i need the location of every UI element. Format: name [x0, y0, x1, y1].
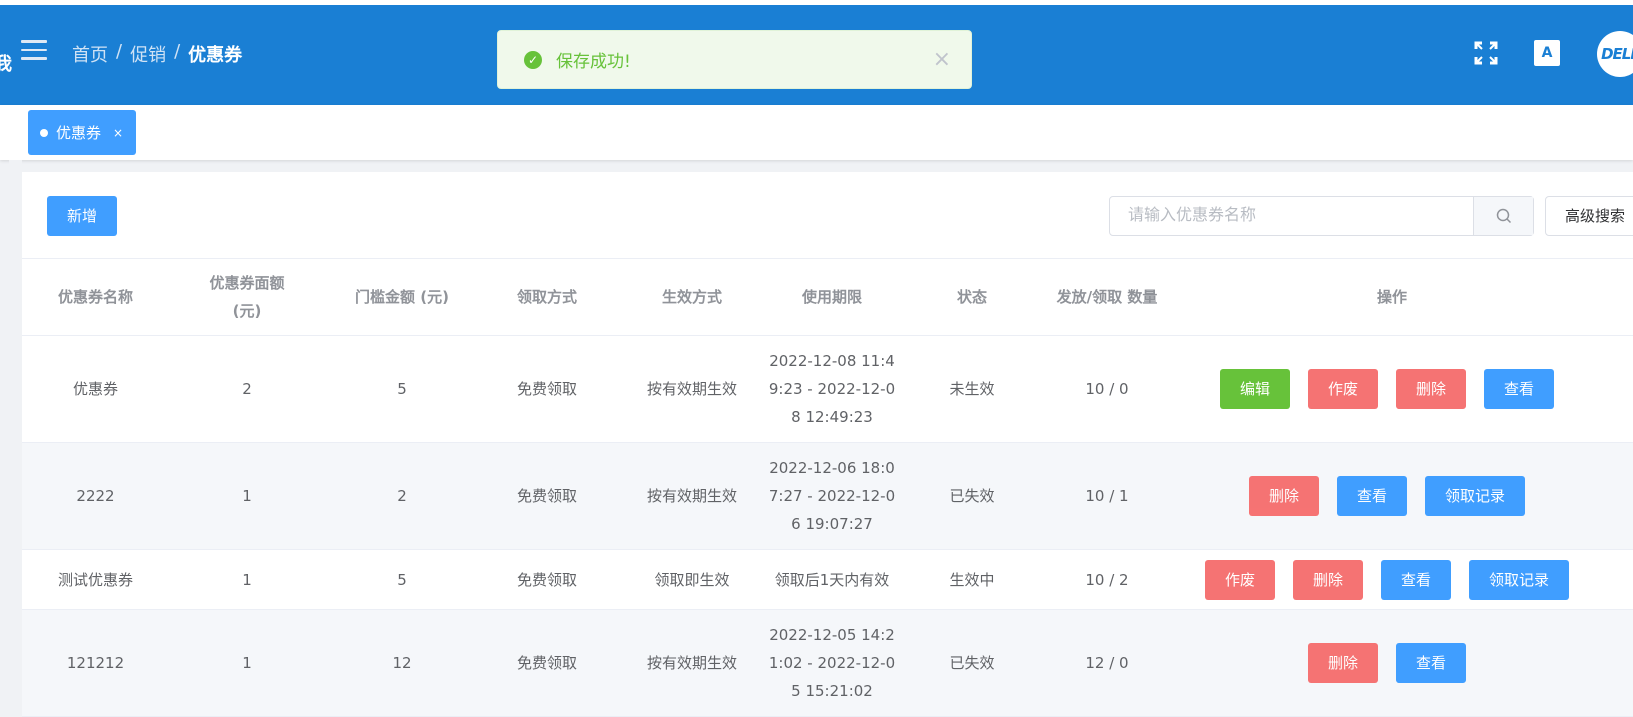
breadcrumb-home[interactable]: 首页 [72, 41, 108, 67]
cell-threshold: 5 [397, 570, 407, 589]
cell-threshold: 5 [397, 380, 407, 398]
avatar[interactable]: DELL [1597, 31, 1633, 77]
cell-period: 领取后1天内有效 [774, 570, 890, 589]
search-box [1109, 196, 1534, 236]
void-button[interactable]: 作废 [1205, 559, 1275, 600]
table-row: 121212 1 12 免费领取 按有效期生效 2022-12-05 14:21… [22, 610, 1633, 717]
content-left-gutter [9, 160, 22, 699]
breadcrumb-separator: / [174, 41, 181, 62]
cell-actions: 删除 查看 领取记录 [1182, 443, 1592, 549]
header-top-strip [0, 0, 1633, 5]
cell-face-value: 1 [242, 570, 252, 589]
active-dot-icon [40, 128, 48, 137]
cell-effect-method: 按有效期生效 [646, 654, 737, 672]
cell-name: 测试优惠券 [57, 570, 133, 589]
cell-threshold: 12 [392, 654, 412, 672]
col-header-period: 使用期限 [801, 288, 862, 306]
delete-button[interactable]: 删除 [1249, 476, 1319, 516]
cell-actions: 作废 删除 查看 领取记录 [1182, 550, 1592, 609]
edit-button[interactable]: 编辑 [1220, 369, 1290, 409]
tag-coupon[interactable]: 优惠券 × [28, 110, 136, 155]
menu-toggle-icon[interactable] [21, 40, 47, 60]
cell-quantity: 10 / 0 [1085, 380, 1129, 398]
table-row: 优惠券 2 5 免费领取 按有效期生效 2022-12-08 11:49:23 … [22, 336, 1633, 443]
cell-receive-method: 免费领取 [516, 570, 577, 589]
cell-name: 优惠券 [72, 380, 118, 398]
success-check-icon: ✓ [524, 50, 542, 69]
search-icon[interactable] [1473, 197, 1533, 235]
delete-button[interactable]: 删除 [1308, 643, 1378, 683]
tag-label: 优惠券 [56, 124, 102, 142]
breadcrumb-current: 优惠券 [188, 45, 243, 66]
col-header-face-value: 优惠券面额(元) [209, 274, 285, 320]
cell-actions: 删除 查看 [1182, 610, 1592, 716]
breadcrumb-separator: / [116, 41, 123, 62]
table-row: 测试优惠券 1 5 免费领取 领取即生效 领取后1天内有效 生效中 10 / 2… [22, 550, 1633, 610]
cell-status: 已失效 [949, 487, 995, 505]
receive-records-button[interactable]: 领取记录 [1425, 476, 1525, 516]
cell-face-value: 2 [242, 380, 252, 398]
search-input[interactable] [1110, 197, 1473, 235]
cell-face-value: 1 [242, 654, 252, 672]
sidebar-edge-char: 我 [0, 54, 12, 75]
cell-effect-method: 按有效期生效 [646, 487, 737, 505]
main-card: 新增 高级搜索 优惠券名称 优惠券面额(元) 门槛金额 (元) 领取方式 生效方… [22, 172, 1633, 717]
void-button[interactable]: 作废 [1308, 369, 1378, 409]
view-button[interactable]: 查看 [1484, 369, 1554, 409]
cell-status: 生效中 [949, 570, 995, 589]
cell-receive-method: 免费领取 [516, 380, 577, 398]
col-header-quantity: 发放/领取 数量 [1056, 288, 1158, 306]
table-header-row: 优惠券名称 优惠券面额(元) 门槛金额 (元) 领取方式 生效方式 使用期限 状… [22, 259, 1633, 336]
col-header-effect-method: 生效方式 [661, 288, 722, 306]
cell-quantity: 10 / 1 [1085, 487, 1129, 505]
breadcrumb: 首页 / 促销 / 优惠券 [72, 41, 242, 67]
view-button[interactable]: 查看 [1396, 643, 1466, 683]
cell-name: 2222 [76, 487, 115, 505]
tags-view-bar: 优惠券 × [0, 105, 1633, 160]
cell-receive-method: 免费领取 [516, 654, 577, 672]
tag-close-icon[interactable]: × [113, 126, 123, 140]
cell-effect-method: 领取即生效 [654, 570, 730, 589]
col-header-name: 优惠券名称 [57, 288, 133, 306]
fullscreen-icon[interactable] [1473, 40, 1499, 66]
cell-effect-method: 按有效期生效 [646, 380, 737, 398]
view-button[interactable]: 查看 [1381, 559, 1451, 600]
cell-face-value: 1 [242, 487, 252, 505]
cell-actions: 编辑 作废 删除 查看 [1182, 336, 1592, 442]
success-toast: ✓ 保存成功! × [497, 30, 972, 89]
toast-message: 保存成功! [556, 52, 631, 72]
cell-period: 2022-12-08 11:49:23 - 2022-12-08 12:49:2… [768, 352, 896, 426]
delete-button[interactable]: 删除 [1293, 559, 1363, 600]
language-icon[interactable]: A [1534, 40, 1560, 66]
view-button[interactable]: 查看 [1337, 476, 1407, 516]
cell-threshold: 2 [397, 487, 407, 505]
table-row: 2222 1 2 免费领取 按有效期生效 2022-12-06 18:07:27… [22, 443, 1633, 550]
col-header-receive-method: 领取方式 [516, 288, 577, 306]
cell-name: 121212 [66, 654, 125, 672]
cell-receive-method: 免费领取 [516, 487, 577, 505]
delete-button[interactable]: 删除 [1396, 369, 1466, 409]
cell-status: 未生效 [949, 380, 995, 398]
cell-quantity: 10 / 2 [1085, 570, 1129, 589]
cell-status: 已失效 [949, 654, 995, 672]
toast-close-icon[interactable]: × [933, 47, 951, 72]
add-button[interactable]: 新增 [47, 196, 117, 236]
cell-quantity: 12 / 0 [1085, 654, 1129, 672]
breadcrumb-promotion[interactable]: 促销 [130, 41, 166, 67]
coupon-table: 优惠券名称 优惠券面额(元) 门槛金额 (元) 领取方式 生效方式 使用期限 状… [22, 258, 1633, 717]
cell-period: 2022-12-05 14:21:02 - 2022-12-05 15:21:0… [768, 626, 896, 700]
receive-records-button[interactable]: 领取记录 [1469, 559, 1569, 600]
advanced-search-button[interactable]: 高级搜索 [1545, 196, 1633, 236]
cell-period: 2022-12-06 18:07:27 - 2022-12-06 19:07:2… [768, 459, 896, 533]
col-header-actions: 操作 [1376, 288, 1407, 306]
col-header-status: 状态 [956, 288, 987, 306]
col-header-threshold: 门槛金额 (元) [355, 288, 449, 306]
